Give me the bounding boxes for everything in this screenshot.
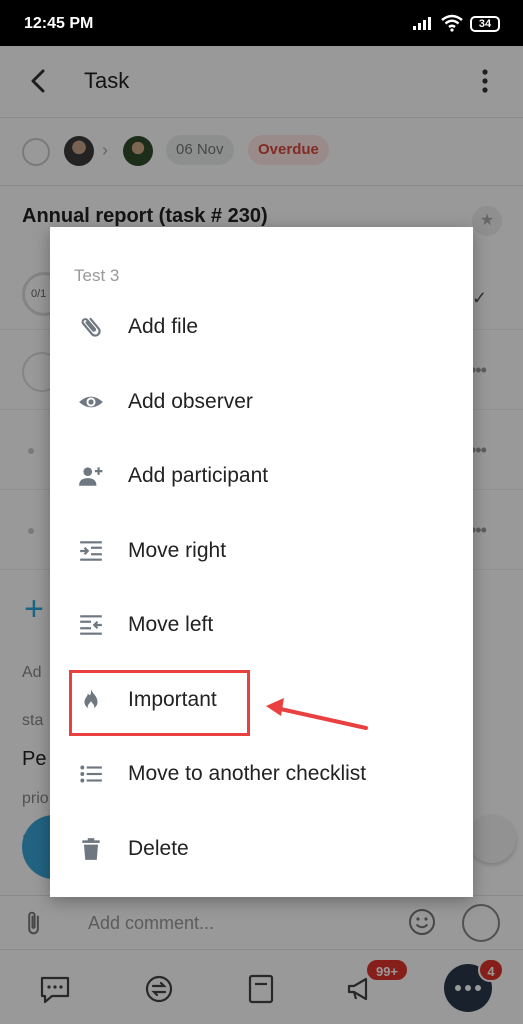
person-add-icon bbox=[79, 467, 103, 486]
menu-item-move-to-checklist[interactable]: Move to another checklist bbox=[50, 744, 473, 804]
menu-item-label: Add file bbox=[128, 315, 199, 338]
menu-item-delete[interactable]: Delete bbox=[50, 819, 473, 879]
indent-left-icon bbox=[80, 615, 102, 635]
eye-icon bbox=[79, 396, 103, 408]
menu-item-label: Move right bbox=[128, 539, 227, 562]
context-menu: Test 3 Add file Add observer Add partici… bbox=[50, 227, 473, 897]
battery-indicator: 34 bbox=[470, 16, 500, 32]
menu-item-move-right[interactable]: Move right bbox=[50, 521, 473, 581]
cell-signal-icon bbox=[413, 17, 431, 30]
menu-item-label: Add observer bbox=[128, 390, 253, 413]
wifi-icon bbox=[441, 14, 463, 32]
indent-right-icon bbox=[80, 541, 102, 561]
important-highlight-box bbox=[69, 670, 250, 736]
menu-item-add-participant[interactable]: Add participant bbox=[50, 446, 473, 506]
menu-item-label: Move left bbox=[128, 613, 214, 636]
menu-header: Test 3 bbox=[74, 266, 120, 285]
menu-item-label: Add participant bbox=[128, 464, 269, 487]
menu-item-add-file[interactable]: Add file bbox=[50, 297, 473, 357]
list-icon bbox=[80, 765, 102, 783]
menu-item-label: Move to another checklist bbox=[128, 762, 367, 785]
status-bar: 12:45 PM 34 bbox=[0, 0, 523, 46]
menu-item-move-left[interactable]: Move left bbox=[50, 595, 473, 655]
trash-icon bbox=[82, 838, 100, 860]
menu-item-add-observer[interactable]: Add observer bbox=[50, 372, 473, 432]
paperclip-icon bbox=[81, 317, 101, 337]
status-time: 12:45 PM bbox=[24, 15, 94, 32]
annotation-arrow-icon bbox=[266, 698, 368, 730]
menu-item-label: Delete bbox=[128, 837, 189, 860]
